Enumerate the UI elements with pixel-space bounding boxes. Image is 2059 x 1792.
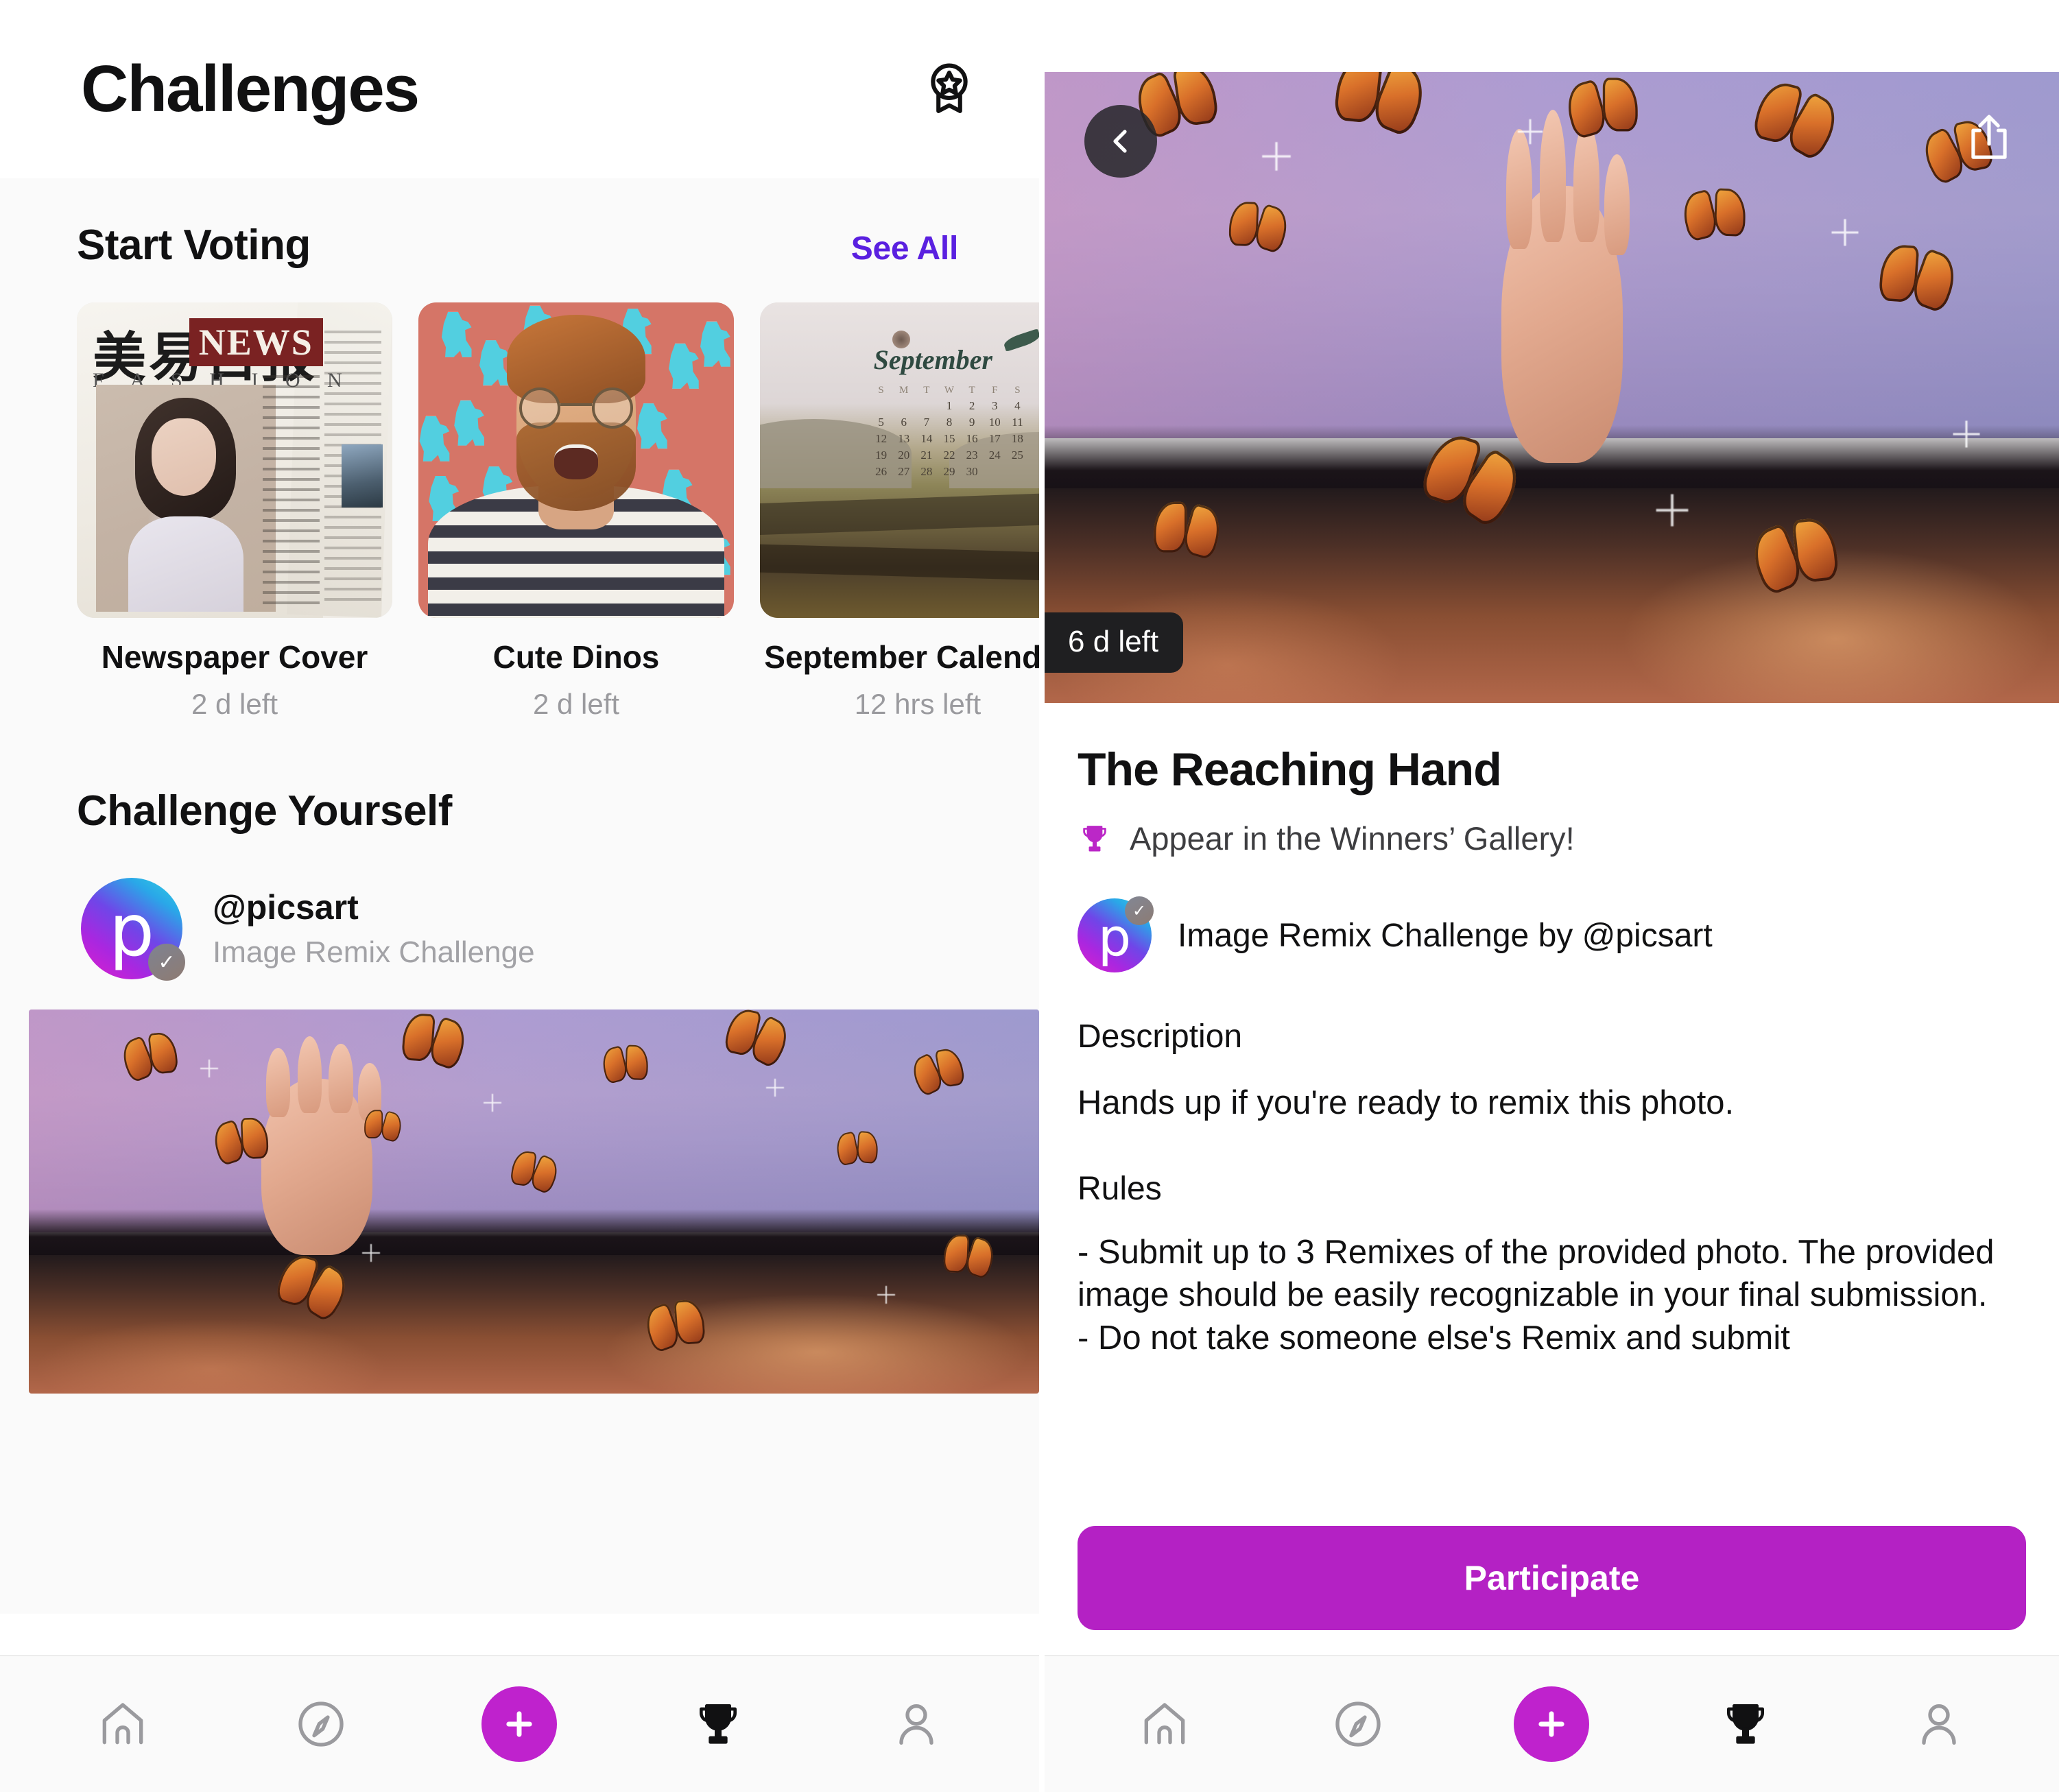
newspaper-cover-art: 美易日报 NEWS F A S H I O N (77, 302, 392, 618)
bottom-tab-bar[interactable] (1045, 1655, 2059, 1792)
back-button[interactable] (1084, 105, 1157, 178)
september-calendar-art: September S M T W T F S 1 2 3 4 5 6 7 8 9 10 11 12 13 14 15 16… (760, 302, 1039, 618)
challenges-list-screen: Challenges Start Voting See All NEWS F A… (0, 0, 1039, 1792)
description-body: Hands up if you're ready to remix this p… (1078, 1084, 1735, 1121)
create-fab-button[interactable] (481, 1686, 558, 1762)
plus-icon (501, 1706, 537, 1742)
tab-profile[interactable] (1877, 1676, 2001, 1772)
start-voting-title: Start Voting (77, 222, 311, 269)
page-title: Challenges (81, 52, 420, 126)
voting-card-thumbnail[interactable] (418, 302, 734, 618)
verified-check-icon: ✓ (1125, 896, 1154, 925)
challenge-author-row[interactable]: p ✓ Image Remix Challenge by @picsart (1078, 896, 2026, 972)
voting-card-thumbnail[interactable]: September S M T W T F S 1 2 3 4 5 6 7 8 9 10 11 12 13 14 15 16… (760, 302, 1039, 618)
voting-card-title: Cute Dinos (492, 639, 660, 675)
tab-challenges[interactable] (656, 1676, 780, 1772)
bottom-tab-bar[interactable] (0, 1655, 1039, 1792)
voting-card-time-left: 2 d left (191, 688, 278, 720)
voting-card-title: September Calendar (764, 639, 1039, 675)
voting-card-time-left: 12 hrs left (854, 688, 981, 720)
see-all-link[interactable]: See All (851, 230, 959, 267)
avatar[interactable]: p ✓ (1078, 896, 1154, 972)
voting-card[interactable]: September S M T W T F S 1 2 3 4 5 6 7 8 9 10 11 12 13 14 15 16… (760, 302, 1039, 721)
rules-body: - Submit up to 3 Remixes of the provided… (1078, 1233, 1995, 1357)
tab-create[interactable] (1490, 1676, 1613, 1772)
trophy-icon (1718, 1697, 1773, 1752)
challenge-title: The Reaching Hand (1078, 743, 1502, 796)
voting-card-time-left: 2 d left (532, 688, 620, 720)
prize-text: Appear in the Winners’ Gallery! (1130, 820, 1575, 857)
plus-icon (1534, 1706, 1569, 1742)
butterfly-scene-right (1045, 72, 2059, 703)
rules-heading: Rules (1078, 1170, 1162, 1207)
time-left-badge: 6 d left (1045, 612, 1184, 673)
picsart-logo-letter: p (108, 889, 154, 973)
award-badge-icon[interactable] (920, 60, 979, 119)
participate-button[interactable]: Participate (1078, 1526, 2026, 1630)
tab-discover[interactable] (259, 1676, 383, 1772)
person-icon (1912, 1697, 1966, 1752)
prize-row: Appear in the Winners’ Gallery! (1078, 820, 2026, 857)
tab-create[interactable] (457, 1676, 581, 1772)
compass-icon (1331, 1697, 1385, 1752)
challenge-yourself-header: Challenge Yourself (0, 721, 1039, 835)
voting-card-thumbnail[interactable]: 美易日报 NEWS F A S H I O N (77, 302, 392, 618)
tab-home[interactable] (1103, 1676, 1226, 1772)
app-header: Challenges (0, 0, 1039, 178)
author-line: Image Remix Challenge by @picsart (1178, 917, 1713, 954)
home-icon (1137, 1697, 1192, 1752)
share-button[interactable] (1956, 105, 2022, 171)
challenge-yourself-title: Challenge Yourself (77, 787, 452, 835)
picsart-logo-letter: p (1097, 907, 1132, 968)
author-subtitle: Image Remix Challenge (213, 935, 535, 969)
author-handle[interactable]: @picsart (213, 887, 535, 927)
panel-divider (1039, 0, 1045, 1792)
screenshot-root: Challenges Start Voting See All NEWS F A… (0, 0, 2059, 1792)
tab-discover[interactable] (1296, 1676, 1420, 1772)
tab-challenges[interactable] (1684, 1676, 1807, 1772)
avatar[interactable]: p ✓ (81, 878, 185, 981)
chevron-left-icon (1104, 125, 1137, 158)
compass-icon (294, 1697, 348, 1752)
challenge-author-row[interactable]: p ✓ @picsart Image Remix Challenge (0, 835, 1039, 981)
participate-bar: Participate (1045, 1485, 2059, 1655)
challenge-detail-screen: 6 d left The Reaching Hand Appear in the… (1045, 0, 2059, 1792)
challenge-hero-image[interactable] (29, 1010, 1039, 1394)
left-scroll-body: Start Voting See All 美易日报 NEWS F A S H I… (0, 178, 1039, 1614)
trophy-icon (691, 1697, 746, 1752)
verified-check-icon: ✓ (148, 944, 185, 981)
tab-profile[interactable] (855, 1676, 978, 1772)
start-voting-header: Start Voting See All (0, 178, 1039, 270)
challenge-detail-hero: 6 d left (1045, 72, 2059, 703)
home-icon (95, 1697, 150, 1752)
cute-dinos-art (418, 302, 734, 618)
calendar-grid: S M T W T F S 1 2 3 4 5 6 7 8 9 10 11 12 13 14 15 16 17 18 19 20 21… (875, 384, 1023, 478)
person-icon (889, 1697, 944, 1752)
voting-card-carousel[interactable]: 美易日报 NEWS F A S H I O N Newspaper Cover … (0, 270, 1039, 721)
create-fab-button[interactable] (1514, 1686, 1590, 1762)
description-heading: Description (1078, 1018, 1243, 1055)
voting-card-title: Newspaper Cover (101, 639, 368, 675)
share-icon (1966, 112, 2012, 163)
tab-home[interactable] (61, 1676, 185, 1772)
trophy-icon (1078, 820, 1112, 857)
voting-card[interactable]: Cute Dinos 2 d left (418, 302, 734, 721)
newspaper-news-label: NEWS (189, 318, 323, 366)
butterfly-scene-left (29, 1010, 1039, 1394)
voting-card[interactable]: 美易日报 NEWS F A S H I O N Newspaper Cover … (77, 302, 392, 721)
calendar-month-label: September (873, 344, 992, 375)
